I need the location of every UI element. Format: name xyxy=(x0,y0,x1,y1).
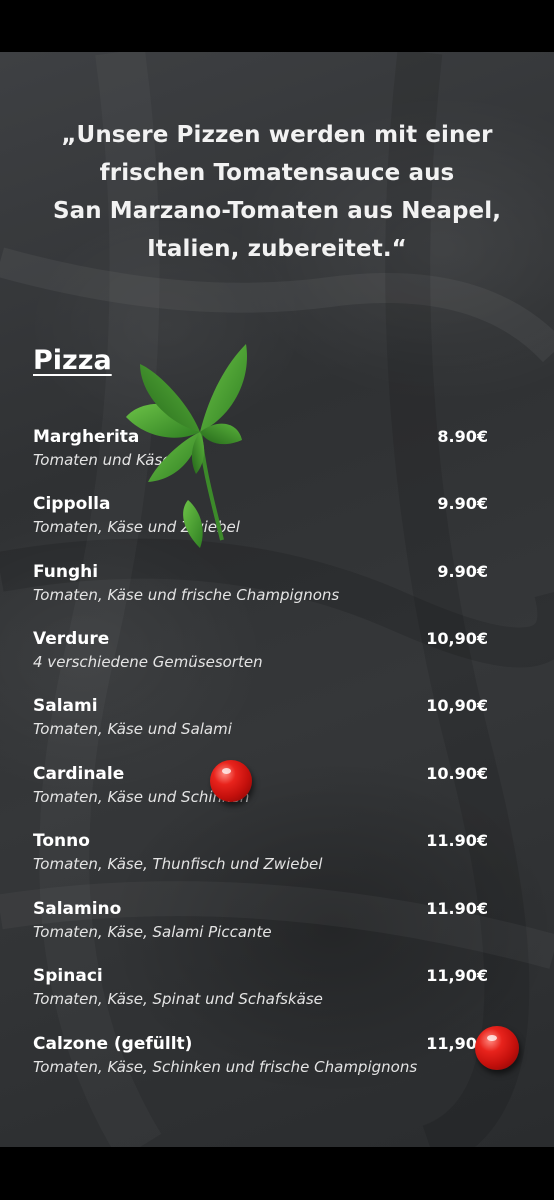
item-price: 10.90€ xyxy=(426,764,488,783)
item-price: 10,90€ xyxy=(426,696,488,715)
cherry-tomato-icon xyxy=(475,1026,519,1070)
item-price: 9.90€ xyxy=(437,562,488,581)
item-price: 8.90€ xyxy=(437,427,488,446)
item-price: 10,90€ xyxy=(426,629,488,648)
menu-item: Salami 10,90€ Tomaten, Käse und Salami xyxy=(33,696,488,756)
menu-item: Tonno 11.90€ Tomaten, Käse, Thunfisch un… xyxy=(33,831,488,891)
cherry-tomato-icon xyxy=(210,760,252,802)
menu-item: Cardinale 10.90€ Tomaten, Käse und Schin… xyxy=(33,764,488,824)
item-name: Funghi xyxy=(33,562,99,582)
menu-item: Calzone (gefüllt) 11,90€ Tomaten, Käse, … xyxy=(33,1034,488,1094)
menu-item: Funghi 9.90€ Tomaten, Käse und frische C… xyxy=(33,562,488,622)
item-name: Salami xyxy=(33,696,98,716)
menu-card: „Unsere Pizzen werden mit einer frischen… xyxy=(0,52,554,1147)
item-description: Tomaten, Käse und Salami xyxy=(33,720,232,738)
menu-item: Margherita 8.90€ Tomaten und Käse xyxy=(33,427,488,487)
bottom-black-bar xyxy=(0,1147,554,1200)
item-description: 4 verschiedene Gemüsesorten xyxy=(33,653,263,671)
item-name: Cardinale xyxy=(33,764,125,784)
item-name: Salamino xyxy=(33,899,122,919)
item-name: Spinaci xyxy=(33,966,103,986)
item-price: 11.90€ xyxy=(426,831,488,850)
menu-item: Cippolla 9.90€ Tomaten, Käse und Zwiebel xyxy=(33,494,488,554)
item-description: Tomaten, Käse und frische Champignons xyxy=(33,586,340,604)
item-price: 9.90€ xyxy=(437,494,488,513)
menu-intro-quote: „Unsere Pizzen werden mit einer frischen… xyxy=(52,122,502,262)
item-description: Tomaten, Käse, Spinat und Schafskäse xyxy=(33,990,323,1008)
item-description: Tomaten, Käse, Salami Piccante xyxy=(33,923,272,941)
top-black-bar xyxy=(0,0,554,52)
item-name: Cippolla xyxy=(33,494,111,514)
section-title-pizza: Pizza xyxy=(33,345,112,376)
item-price: 11.90€ xyxy=(426,899,488,918)
item-name: Calzone (gefüllt) xyxy=(33,1034,193,1054)
menu-item: Spinaci 11,90€ Tomaten, Käse, Spinat und… xyxy=(33,966,488,1026)
item-description: Tomaten, Käse, Schinken und frische Cham… xyxy=(33,1058,418,1076)
menu-item: Salamino 11.90€ Tomaten, Käse, Salami Pi… xyxy=(33,899,488,959)
item-description: Tomaten, Käse, Thunfisch und Zwiebel xyxy=(33,855,323,873)
item-price: 11,90€ xyxy=(426,966,488,985)
menu-item: Verdure 10,90€ 4 verschiedene Gemüsesort… xyxy=(33,629,488,689)
item-name: Tonno xyxy=(33,831,90,851)
basil-leaf-icon xyxy=(126,344,247,548)
item-name: Verdure xyxy=(33,629,110,649)
